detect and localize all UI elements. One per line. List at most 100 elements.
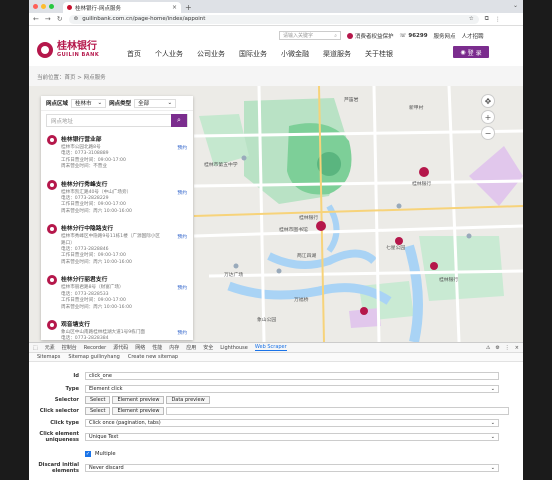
nav-about[interactable]: 关于桂银 xyxy=(365,49,393,59)
select-button[interactable]: Select xyxy=(85,396,111,404)
book-link[interactable]: 预约 xyxy=(177,233,187,240)
site-header: 桂林银行 GUILIN BANK 请输入关键字 ⌕ 消费者权益保护 ☏ 96299… xyxy=(29,26,523,66)
scraper-subnav: Sitemaps Sitemap guilinyhang Create new … xyxy=(29,353,523,362)
back-icon[interactable]: ← xyxy=(33,15,39,23)
compass-icon[interactable]: ✥ xyxy=(481,94,495,108)
tab-search-icon[interactable]: ⌄ xyxy=(513,2,518,9)
minimize-window-icon[interactable] xyxy=(41,4,46,9)
tab-memory[interactable]: 内存 xyxy=(169,344,179,351)
nav-corporate[interactable]: 公司业务 xyxy=(197,49,225,59)
discard-select[interactable]: Never discard ⌄ xyxy=(85,464,499,472)
book-link[interactable]: 预约 xyxy=(177,284,187,291)
id-input[interactable]: click_one xyxy=(85,372,499,380)
menu-icon[interactable]: ⋮ xyxy=(495,16,501,23)
data-preview-button[interactable]: Data preview xyxy=(166,396,210,404)
book-link[interactable]: 预约 xyxy=(177,144,187,151)
list-item[interactable]: 桂林分行中隐路支行 桂林市秀峰区中隐路9号11栋1楼（广源国际小区 路口） 电话：0… xyxy=(47,223,187,266)
browser-tab[interactable]: 桂林银行-网点服务 × xyxy=(63,2,181,13)
type-select[interactable]: Element click ⌄ xyxy=(85,385,499,393)
book-link[interactable]: 预约 xyxy=(177,189,187,196)
bank-pin-icon xyxy=(47,224,57,235)
new-tab-icon[interactable]: + xyxy=(185,3,192,12)
click-selector-input[interactable] xyxy=(166,407,510,415)
map-controls: ✥ + − xyxy=(481,94,495,140)
tab-console[interactable]: 控制台 xyxy=(62,344,77,351)
nav-home[interactable]: 首页 xyxy=(127,49,141,59)
more-icon[interactable]: ⋮ xyxy=(505,345,510,351)
browser-window: 桂林银行-网点服务 × + ⌄ ← → ↻ ⊜ guilinbank.com.c… xyxy=(29,0,523,480)
branch-search-input[interactable]: 网点地址 xyxy=(47,117,171,125)
address-bar[interactable]: ⊜ guilinbank.com.cn/page-home/index/appo… xyxy=(68,14,479,24)
tab-lighthouse[interactable]: Lighthouse xyxy=(220,345,248,351)
click-select-button[interactable]: Select xyxy=(85,407,111,415)
maximize-window-icon[interactable] xyxy=(49,4,54,9)
tab-network[interactable]: 网络 xyxy=(135,344,145,351)
uniqueness-select[interactable]: Unique Text ⌄ xyxy=(85,433,499,441)
element-preview-button[interactable]: Element preview xyxy=(112,396,165,404)
zoom-in-button[interactable]: + xyxy=(481,110,495,124)
login-button[interactable]: ◉ 登 录 xyxy=(453,46,489,58)
tab-elements[interactable]: 元素 xyxy=(45,344,55,351)
chevron-down-icon: ⌄ xyxy=(167,100,173,106)
bank-pin-icon xyxy=(47,275,57,286)
zoom-out-button[interactable]: − xyxy=(481,126,495,140)
tab-recorder[interactable]: Recorder xyxy=(84,345,106,351)
forward-icon[interactable]: → xyxy=(45,15,51,23)
tab-performance[interactable]: 性能 xyxy=(152,344,162,351)
click-type-select[interactable]: Click once (pagination, tabs) ⌄ xyxy=(85,419,499,427)
region-select[interactable]: 桂林市 ⌄ xyxy=(71,98,107,108)
close-window-icon[interactable] xyxy=(33,4,38,9)
click-element-preview-button[interactable]: Element preview xyxy=(112,407,165,415)
tab-application[interactable]: 应用 xyxy=(186,344,196,351)
logo-english: GUILIN BANK xyxy=(57,52,100,58)
branch-list-panel: 网点区域 桂林市 ⌄ 网点类型 全部 ⌄ 网点地址 ⌕ 桂林银行营业部 桂林市公园北… xyxy=(41,96,193,348)
service-outlets-link[interactable]: 服务网点 xyxy=(434,32,456,40)
list-item[interactable]: 桂林银行营业部 桂林市公园北路8号 电话：0773-3108889 工作日营业时间：… xyxy=(47,134,187,171)
gear-icon[interactable]: ⚙ xyxy=(495,345,499,351)
breadcrumb: 当前位置：首页 > 网点服务 xyxy=(29,66,523,86)
warning-icon[interactable]: ⚠ xyxy=(486,345,490,351)
chevron-down-icon: ⌄ xyxy=(490,465,495,471)
list-item[interactable]: 桂林分行秀峰支行 桂林市凯汇路40号（中山广场旁） 电话：0773-2828229… xyxy=(47,179,187,216)
window-controls xyxy=(33,4,54,9)
logo-mark-icon xyxy=(37,42,53,58)
create-sitemap-dropdown[interactable]: Create new sitemap xyxy=(128,354,178,360)
site-info-icon[interactable]: ⊜ xyxy=(74,16,79,22)
map-label: 万福桥 xyxy=(294,298,309,303)
nav-international[interactable]: 国际业务 xyxy=(239,49,267,59)
book-link[interactable]: 预约 xyxy=(177,329,187,336)
right-margin xyxy=(523,0,552,480)
tab-sources[interactable]: 源代码 xyxy=(113,344,128,351)
nav-personal[interactable]: 个人业务 xyxy=(155,49,183,59)
bank-pin-icon xyxy=(47,135,57,145)
branch-list: 桂林银行营业部 桂林市公园北路8号 电话：0773-3108889 工作日营业时间：… xyxy=(41,130,193,349)
bank-logo[interactable]: 桂林银行 GUILIN BANK xyxy=(37,42,99,58)
type-label: 网点类型 xyxy=(109,101,132,107)
shield-icon xyxy=(347,32,353,39)
discard-row: Discard initial elements Never discard ⌄ xyxy=(29,462,523,474)
devtools-inspect-icon[interactable]: ⬚ xyxy=(33,345,38,351)
search-icon[interactable]: ⌕ xyxy=(334,33,337,39)
sitemap-dropdown[interactable]: Sitemap guilinyhang xyxy=(68,354,120,360)
sitemaps-link[interactable]: Sitemaps xyxy=(37,354,60,360)
consumer-protection-link[interactable]: 消费者权益保护 xyxy=(347,32,394,40)
multiple-checkbox[interactable]: ✓ xyxy=(85,451,91,457)
close-tab-icon[interactable]: × xyxy=(172,4,177,11)
nav-micro-finance[interactable]: 小微金融 xyxy=(281,49,309,59)
bookmark-star-icon[interactable]: ☆ xyxy=(469,16,474,22)
main-nav: 首页 个人业务 公司业务 国际业务 小微金融 渠道服务 关于桂银 xyxy=(127,49,393,59)
close-icon[interactable]: × xyxy=(515,345,519,351)
careers-link[interactable]: 人才招聘 xyxy=(462,32,484,40)
extensions-icon[interactable]: ⧉ xyxy=(485,15,489,23)
map-label: 芦笛岩 xyxy=(344,98,359,103)
nav-channel-service[interactable]: 渠道服务 xyxy=(323,49,351,59)
filter-row: 网点区域 桂林市 ⌄ 网点类型 全部 ⌄ xyxy=(41,96,193,111)
tab-web-scraper[interactable]: Web Scraper xyxy=(254,344,287,351)
tab-security[interactable]: 安全 xyxy=(203,344,213,351)
reload-icon[interactable]: ↻ xyxy=(57,15,63,23)
site-search-input[interactable]: 请输入关键字 ⌕ xyxy=(279,31,341,40)
type-select[interactable]: 全部 ⌄ xyxy=(134,98,177,108)
list-item[interactable]: 桂林分行丽君支行 桂林市丽君路8号（财富广场） 电话：0773-2828533 工作… xyxy=(47,274,187,311)
tab-bar: 桂林银行-网点服务 × + ⌄ xyxy=(29,0,523,13)
search-button[interactable]: ⌕ xyxy=(171,114,187,127)
